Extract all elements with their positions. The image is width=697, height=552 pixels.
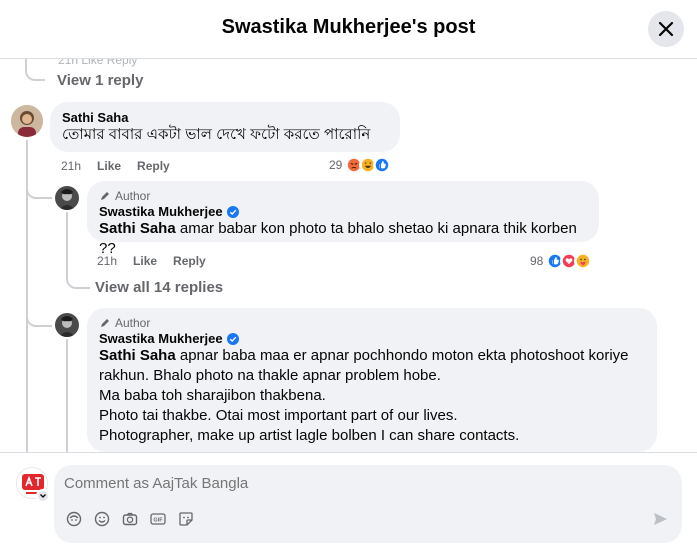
switch-profile-button[interactable] bbox=[36, 489, 50, 503]
close-button[interactable] bbox=[648, 11, 684, 47]
post-dialog-header: Swastika Mukherjee's post bbox=[0, 0, 697, 59]
reaction-summary[interactable]: 98 bbox=[530, 252, 593, 270]
reply-body-line: apnar baba maa er apnar pochhondo moton … bbox=[175, 347, 629, 364]
avatar[interactable] bbox=[11, 105, 43, 137]
gif-button[interactable]: GIF bbox=[150, 511, 166, 527]
reply-author: Swastika Mukherjee bbox=[99, 331, 645, 346]
gif-icon: GIF bbox=[150, 513, 166, 525]
pencil-icon bbox=[101, 192, 109, 200]
dialog-title: Swastika Mukherjee's post bbox=[221, 16, 476, 38]
send-icon bbox=[654, 513, 667, 525]
partial-comment-actions: 21h Like Reply bbox=[58, 59, 138, 67]
send-button[interactable] bbox=[652, 511, 668, 532]
reply-text: Sathi Saha apnar baba maa er apnar pochh… bbox=[99, 346, 645, 446]
like-button[interactable]: Like bbox=[97, 159, 121, 173]
user-photo-icon bbox=[11, 105, 43, 137]
care-reaction-icon bbox=[574, 252, 593, 270]
view-1-reply-link[interactable]: View 1 reply bbox=[57, 72, 143, 89]
avatar-sticker-button[interactable] bbox=[66, 511, 82, 527]
svg-text:GIF: GIF bbox=[153, 518, 163, 524]
reply-author-name[interactable]: Swastika Mukherjee bbox=[99, 331, 223, 346]
reply-button[interactable]: Reply bbox=[173, 254, 206, 268]
sticker-button[interactable] bbox=[178, 511, 194, 527]
comment-timestamp[interactable]: 21h bbox=[61, 159, 81, 173]
chevron-down-icon bbox=[40, 494, 46, 498]
user-photo-icon bbox=[55, 313, 79, 337]
reply-timestamp[interactable]: 21h bbox=[97, 254, 117, 268]
reply-author: Swastika Mukherjee bbox=[99, 204, 587, 219]
reply-body-line: Photographer, make up artist lagle bolbe… bbox=[99, 427, 520, 444]
avatar[interactable] bbox=[55, 186, 79, 210]
reply-bubble: Author Swastika Mukherjee Sathi Saha apn… bbox=[87, 308, 657, 452]
camera-icon bbox=[122, 512, 138, 526]
thread-line bbox=[66, 212, 68, 272]
view-all-replies-link[interactable]: View all 14 replies bbox=[95, 279, 223, 296]
verified-badge-icon bbox=[226, 205, 239, 218]
reply-body-line: Ma baba toh sharajibon thakbena. bbox=[99, 387, 326, 404]
emoji-button[interactable] bbox=[94, 511, 110, 527]
reaction-summary[interactable]: 29 bbox=[329, 156, 392, 174]
verified-badge-icon bbox=[226, 332, 239, 345]
composer-tools: GIF bbox=[66, 511, 194, 527]
thread-line bbox=[66, 339, 68, 452]
mention-link[interactable]: Sathi Saha bbox=[99, 347, 176, 364]
mention-link[interactable]: Sathi Saha bbox=[99, 220, 176, 237]
comment-actions: 21h Like Reply bbox=[61, 159, 170, 173]
avatar[interactable] bbox=[55, 313, 79, 337]
reply-bubble: Author Swastika Mukherjee Sathi Saha ama… bbox=[87, 181, 599, 257]
comment-composer: GIF bbox=[0, 452, 697, 552]
commenter-name[interactable]: Sathi Saha bbox=[62, 110, 388, 125]
reaction-count: 98 bbox=[530, 254, 544, 268]
author-badge: Author bbox=[99, 189, 587, 203]
emoji-icon bbox=[94, 511, 110, 527]
thread-connector bbox=[26, 309, 52, 327]
reply-body-line: Photo tai thakbe. Otai most important pa… bbox=[99, 407, 458, 424]
like-button[interactable]: Like bbox=[133, 254, 157, 268]
author-badge-label: Author bbox=[115, 189, 151, 203]
comment-input[interactable] bbox=[64, 475, 624, 492]
reaction-count: 29 bbox=[329, 158, 343, 172]
thread-connector bbox=[66, 269, 90, 289]
like-reaction-icon bbox=[373, 156, 392, 174]
photo-button[interactable] bbox=[122, 511, 138, 527]
user-photo-icon bbox=[55, 186, 79, 210]
author-badge: Author bbox=[99, 316, 645, 330]
pencil-icon bbox=[101, 319, 109, 327]
close-icon bbox=[658, 21, 674, 37]
avatar-sticker-icon bbox=[66, 511, 82, 527]
reply-button[interactable]: Reply bbox=[137, 159, 170, 173]
reply-actions: 21h Like Reply bbox=[97, 254, 206, 268]
comments-area[interactable]: 21h Like Reply View 1 reply Sathi Saha ত… bbox=[0, 59, 697, 452]
comment-bubble: Sathi Saha তোমার বাবার একটা ভাল দেখে ফটো… bbox=[50, 102, 400, 152]
thread-connector bbox=[25, 59, 45, 81]
thread-connector bbox=[26, 181, 52, 199]
comment-box: GIF bbox=[54, 465, 682, 543]
reply-body-line: rakhun. Bhalo photo na thakle apnar prob… bbox=[99, 367, 441, 384]
comment-text: তোমার বাবার একটা ভাল দেখে ফটো করতে পারোন… bbox=[62, 126, 371, 143]
author-badge-label: Author bbox=[115, 316, 151, 330]
sticker-icon bbox=[179, 512, 193, 526]
reply-text: Sathi Saha amar babar kon photo ta bhalo… bbox=[99, 219, 587, 259]
reply-author-name[interactable]: Swastika Mukherjee bbox=[99, 204, 223, 219]
